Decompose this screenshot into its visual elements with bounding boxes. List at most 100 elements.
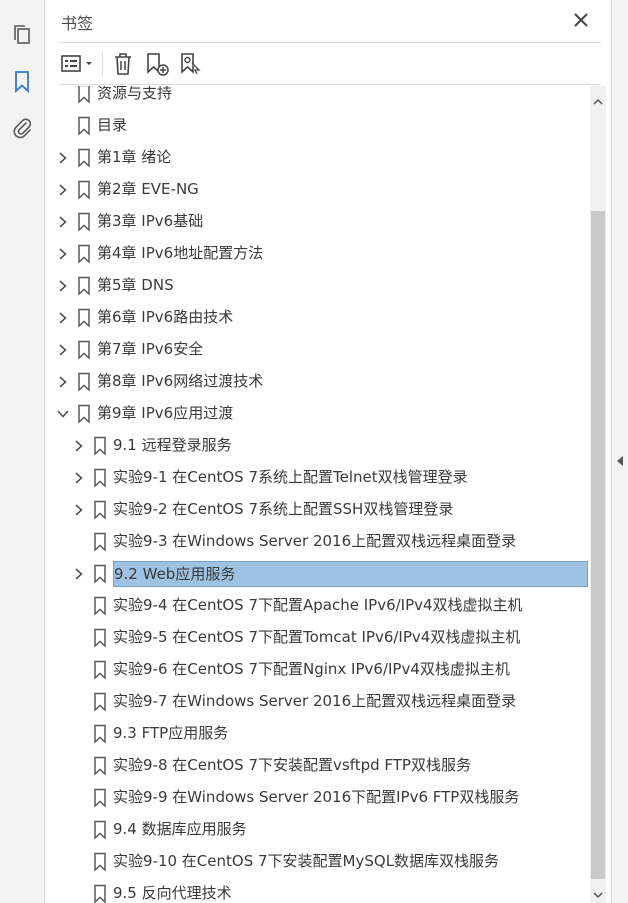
bookmark-icon (92, 756, 108, 776)
bookmark-icon (76, 116, 92, 136)
bookmark-row[interactable]: 第4章 IPv6地址配置方法 (45, 239, 590, 269)
bookmark-icon (92, 628, 108, 648)
bookmark-row[interactable]: 第8章 IPv6网络过渡技术 (45, 367, 590, 397)
bookmark-label[interactable]: 9.2 Web应用服务 (113, 561, 588, 587)
bookmark-row[interactable]: 第9章 IPv6应用过渡 (45, 399, 590, 429)
vertical-scrollbar[interactable] (590, 86, 606, 903)
divider (59, 84, 601, 85)
bookmark-label[interactable]: 实验9-2 在CentOS 7系统上配置SSH双栈管理登录 (113, 497, 459, 521)
bookmark-row[interactable]: 实验9-1 在CentOS 7系统上配置Telnet双栈管理登录 (45, 463, 590, 493)
bookmark-label[interactable]: 第7章 IPv6安全 (97, 337, 209, 361)
chevron-right-icon[interactable] (55, 278, 71, 294)
bookmark-row[interactable]: 实验9-4 在CentOS 7下配置Apache IPv6/IPv4双栈虚拟主机 (45, 591, 590, 621)
chevron-right-icon[interactable] (71, 502, 87, 518)
bookmark-label[interactable]: 第6章 IPv6路由技术 (97, 305, 239, 329)
bookmark-row[interactable]: 实验9-5 在CentOS 7下配置Tomcat IPv6/IPv4双栈虚拟主机 (45, 623, 590, 653)
bookmark-row[interactable]: 实验9-2 在CentOS 7系统上配置SSH双栈管理登录 (45, 495, 590, 525)
bookmark-label[interactable]: 9.3 FTP应用服务 (113, 721, 234, 745)
attachments-icon[interactable] (8, 114, 36, 142)
close-icon[interactable] (569, 8, 593, 32)
bookmark-row[interactable]: 第2章 EVE-NG (45, 175, 590, 205)
bookmark-row[interactable]: 实验9-8 在CentOS 7下安装配置vsftpd FTP双栈服务 (45, 751, 590, 781)
bookmark-icon (76, 180, 92, 200)
bookmark-icon (92, 468, 108, 488)
options-list-icon[interactable] (59, 50, 97, 78)
bookmark-icon (92, 660, 108, 680)
bookmark-row[interactable]: 第3章 IPv6基础 (45, 207, 590, 237)
pages-icon[interactable] (8, 21, 36, 49)
bookmarks-icon[interactable] (8, 68, 36, 96)
bookmark-label[interactable]: 第8章 IPv6网络过渡技术 (97, 369, 269, 393)
bookmark-icon (76, 244, 92, 264)
bookmark-row[interactable]: 9.4 数据库应用服务 (45, 815, 590, 845)
bookmarks-panel: 书签 资源与支持目录第1章 绪论第2章 EVE-NG 第3章 IPv6基础第4章 … (45, 0, 611, 903)
bookmark-properties-icon[interactable] (177, 50, 205, 78)
divider (59, 42, 601, 43)
chevron-right-icon[interactable] (71, 470, 87, 486)
bookmark-icon (92, 564, 108, 584)
chevron-right-icon[interactable] (55, 150, 71, 166)
panel-title: 书签 (61, 14, 94, 33)
bookmark-row[interactable]: 9.1 远程登录服务 (45, 431, 590, 461)
bookmark-label[interactable]: 第5章 DNS (97, 273, 180, 297)
collapse-panel-icon[interactable] (615, 452, 625, 471)
bookmark-label[interactable]: 目录 (97, 113, 133, 137)
bookmark-row[interactable]: 9.3 FTP应用服务 (45, 719, 590, 749)
bookmark-label[interactable]: 实验9-4 在CentOS 7下配置Apache IPv6/IPv4双栈虚拟主机 (113, 593, 529, 617)
chevron-right-icon[interactable] (55, 246, 71, 262)
bookmark-row[interactable]: 第6章 IPv6路由技术 (45, 303, 590, 333)
bookmark-row[interactable]: 9.2 Web应用服务 (45, 559, 590, 589)
bookmark-icon (92, 436, 108, 456)
bookmark-label[interactable]: 9.4 数据库应用服务 (113, 817, 253, 841)
bookmark-row[interactable]: 目录 (45, 111, 590, 141)
scroll-up-icon[interactable] (590, 94, 606, 110)
bookmark-label[interactable]: 第9章 IPv6应用过渡 (97, 401, 239, 425)
bookmark-label[interactable]: 第1章 绪论 (97, 145, 177, 169)
bookmark-icon (76, 148, 92, 168)
bookmark-row[interactable]: 第7章 IPv6安全 (45, 335, 590, 365)
trash-icon[interactable] (109, 50, 137, 78)
bookmark-label[interactable]: 实验9-8 在CentOS 7下安装配置vsftpd FTP双栈服务 (113, 753, 477, 777)
bookmark-row[interactable]: 第1章 绪论 (45, 143, 590, 173)
bookmark-icon (92, 532, 108, 552)
bookmark-row[interactable]: 9.5 反向代理技术 (45, 879, 590, 903)
bookmark-label[interactable]: 实验9-10 在CentOS 7下安装配置MySQL数据库双栈服务 (113, 849, 505, 873)
bookmark-label[interactable]: 第4章 IPv6地址配置方法 (97, 241, 269, 265)
bookmark-icon (92, 820, 108, 840)
bookmark-label[interactable]: 实验9-5 在CentOS 7下配置Tomcat IPv6/IPv4双栈虚拟主机 (113, 625, 526, 649)
bookmark-icon (76, 212, 92, 232)
chevron-right-icon[interactable] (71, 566, 87, 582)
bookmark-label[interactable]: 实验9-1 在CentOS 7系统上配置Telnet双栈管理登录 (113, 465, 474, 489)
bookmark-row[interactable]: 实验9-7 在Windows Server 2016上配置双栈远程桌面登录 (45, 687, 590, 717)
new-bookmark-icon[interactable] (143, 50, 171, 78)
scrollbar-thumb[interactable] (591, 211, 605, 879)
bookmark-row[interactable]: 第5章 DNS (45, 271, 590, 301)
chevron-right-icon[interactable] (55, 310, 71, 326)
chevron-down-icon[interactable] (55, 406, 71, 422)
chevron-right-icon[interactable] (55, 214, 71, 230)
bookmark-row[interactable]: 实验9-9 在Windows Server 2016下配置IPv6 FTP双栈服… (45, 783, 590, 813)
left-navigation-rail (0, 0, 45, 903)
chevron-right-icon[interactable] (55, 342, 71, 358)
bookmark-label[interactable]: 实验9-6 在CentOS 7下配置Nginx IPv6/IPv4双栈虚拟主机 (113, 657, 516, 681)
chevron-right-icon[interactable] (55, 374, 71, 390)
bookmark-row[interactable]: 实验9-6 在CentOS 7下配置Nginx IPv6/IPv4双栈虚拟主机 (45, 655, 590, 685)
bookmark-row[interactable]: 资源与支持 (45, 86, 590, 109)
bookmark-label[interactable]: 9.5 反向代理技术 (113, 881, 238, 903)
chevron-right-icon[interactable] (55, 182, 71, 198)
bookmark-label[interactable]: 第2章 EVE-NG (97, 177, 205, 201)
bookmark-icon (76, 86, 92, 104)
scroll-down-icon[interactable] (590, 887, 606, 903)
bookmark-icon (92, 724, 108, 744)
bookmark-row[interactable]: 实验9-3 在Windows Server 2016上配置双栈远程桌面登录 (45, 527, 590, 557)
chevron-right-icon[interactable] (71, 438, 87, 454)
bookmark-label[interactable]: 资源与支持 (97, 86, 178, 105)
bookmark-label[interactable]: 9.1 远程登录服务 (113, 433, 238, 457)
bookmark-label[interactable]: 实验9-7 在Windows Server 2016上配置双栈远程桌面登录 (113, 689, 522, 713)
bookmark-icon (92, 884, 108, 903)
bookmark-row[interactable]: 实验9-10 在CentOS 7下安装配置MySQL数据库双栈服务 (45, 847, 590, 877)
bookmark-label[interactable]: 实验9-3 在Windows Server 2016上配置双栈远程桌面登录 (113, 529, 522, 553)
bookmark-icon (76, 404, 92, 424)
bookmark-label[interactable]: 第3章 IPv6基础 (97, 209, 209, 233)
bookmark-label[interactable]: 实验9-9 在Windows Server 2016下配置IPv6 FTP双栈服… (113, 785, 525, 809)
